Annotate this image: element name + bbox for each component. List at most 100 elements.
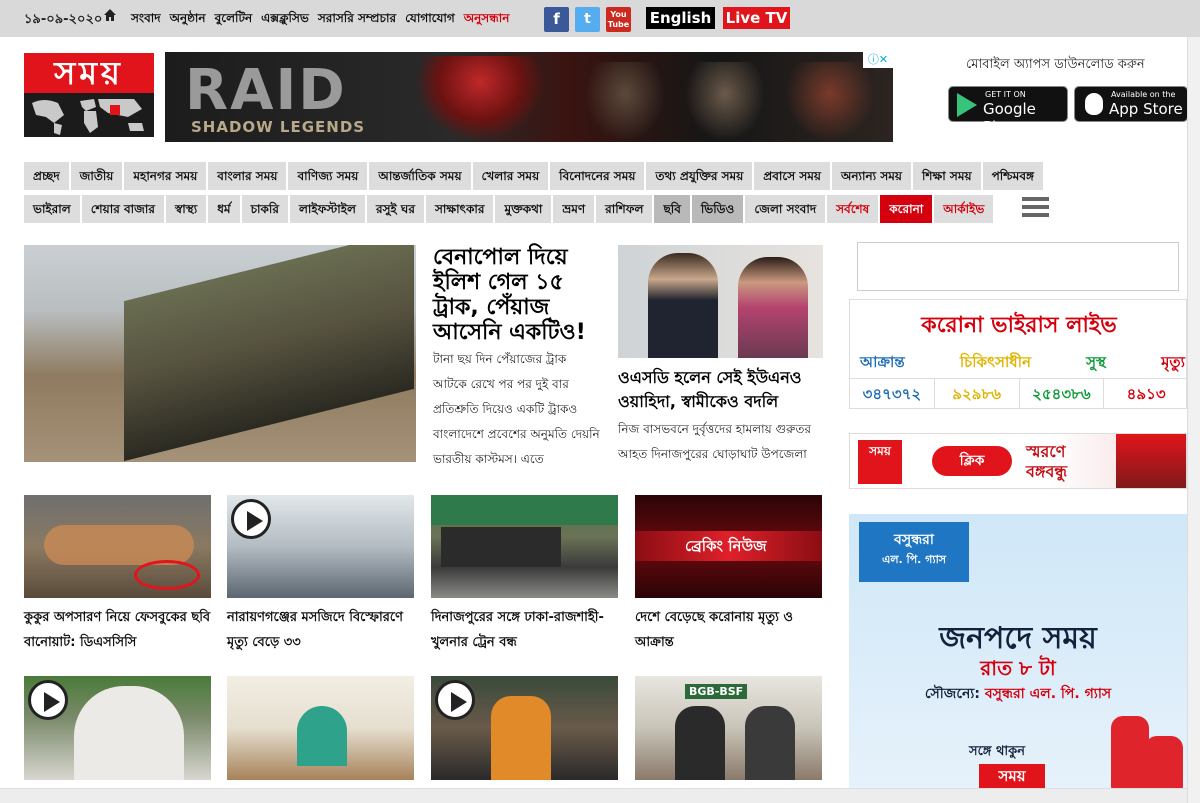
twitter-icon[interactable]: t (575, 7, 600, 32)
top-nav-news[interactable]: সংবাদ (131, 10, 161, 30)
sponsor-line: সৌজন্যে: বসুন্ধরা এল. পি. গ্যাস (849, 682, 1187, 706)
corona-head-treatment: চিকিৎসাধীন (959, 353, 1031, 371)
nav-education[interactable]: শিক্ষা সময় (913, 162, 981, 190)
corona-value-treatment: ৯২৯৮৬ (933, 379, 1019, 409)
card-image[interactable] (227, 676, 414, 780)
card-image-detail (491, 696, 551, 780)
top-nav-contact[interactable]: যোগাযোগ (405, 10, 455, 30)
vertical-scrollbar[interactable] (1187, 37, 1200, 803)
nav-viral[interactable]: ভাইরাল (24, 195, 80, 223)
site-logo[interactable]: সময় (24, 53, 154, 137)
ad-figure (785, 62, 875, 142)
card-image[interactable] (227, 495, 414, 598)
lead-story-image[interactable] (24, 245, 416, 462)
bangabandhu-banner[interactable]: সময় ক্লিক স্মরণে বঙ্গবন্ধু (849, 433, 1187, 489)
card-image[interactable]: BGB-BSF (635, 676, 822, 780)
jonopode-somoy-ad[interactable]: বসুন্ধরা এল. পি. গ্যাস জনপদে সময় রাত ৮ … (849, 514, 1187, 792)
nav-city[interactable]: মহানগর সময় (124, 162, 207, 190)
youtube-icon[interactable]: You Tube (606, 7, 631, 32)
nav-abroad[interactable]: প্রবাসে সময় (754, 162, 830, 190)
nav-photo[interactable]: ছবি (654, 195, 690, 223)
nav-interview[interactable]: সাক্ষাৎকার (425, 195, 494, 223)
card-title[interactable]: দেশে বেড়েছে করোনায় মৃত্যু ও আক্রান্ত (635, 605, 825, 655)
header-ad-banner[interactable]: RAID SHADOW LEGENDS ⓘ✕ (165, 52, 893, 142)
play-video-icon[interactable] (231, 499, 271, 539)
nav-archive[interactable]: আর্কাইভ (934, 195, 994, 223)
top-nav-programs[interactable]: অনুষ্ঠান (170, 10, 206, 30)
card-image[interactable] (24, 495, 211, 598)
nav-lifestyle[interactable]: লাইফস্টাইল (289, 195, 365, 223)
nav-home[interactable]: প্রচ্ছদ (24, 162, 69, 190)
apple-icon (1085, 93, 1103, 115)
card-title[interactable]: কুকুর অপসারণ নিয়ে ফেসবুকের ছবি বানোয়াট… (24, 605, 214, 655)
card-image[interactable] (24, 676, 211, 780)
nav-sports[interactable]: খেলার সময় (472, 162, 549, 190)
top-nav-bulletin[interactable]: বুলেটিন (215, 10, 253, 30)
card-image[interactable]: ব্রেকিং নিউজ (635, 495, 822, 598)
nav-tech[interactable]: তথ্য প্রযুক্তির সময় (646, 162, 753, 190)
facebook-icon[interactable]: f (544, 7, 569, 32)
nav-opinion[interactable]: মুক্তকথা (495, 195, 552, 223)
google-play-button[interactable]: GET IT ON Google Play (948, 86, 1068, 136)
nav-travel[interactable]: ভ্রমণ (553, 195, 595, 223)
nav-business[interactable]: বাণিজ্য সময় (288, 162, 368, 190)
nav-horoscope[interactable]: রাশিফল (596, 195, 653, 223)
adchoices-icon[interactable]: ⓘ✕ (863, 52, 893, 68)
somoy-mini-logo: সময় (858, 440, 902, 484)
corona-live-widget[interactable]: করোনা ভাইরাস লাইভ আক্রান্ত চিকিৎসাধীন সু… (849, 299, 1188, 409)
nav-bangla[interactable]: বাংলার সময় (208, 162, 287, 190)
card-title[interactable]: দিনাজপুরের সঙ্গে ঢাকা-রাজশাহী-খুলনার ট্র… (431, 605, 621, 655)
second-story-title[interactable]: ওএসডি হলেন সেই ইউএনও ওয়াহিদা, স্বামীকেও… (618, 366, 823, 414)
nav-district-news[interactable]: জেলা সংবাদ (745, 195, 826, 223)
brand-name: বসুন্ধরা (894, 532, 934, 548)
nav-entertainment[interactable]: বিনোদনের সময় (550, 162, 645, 190)
nav-others[interactable]: অন্যান্য সময় (832, 162, 911, 190)
sidebar-ad-slot[interactable] (857, 242, 1179, 291)
corona-value-recovered: ২৫৪৩৮৬ (1018, 379, 1104, 409)
corona-head-deaths: মৃত্যু (1161, 353, 1185, 371)
nav-kitchen[interactable]: রসুই ঘর (366, 195, 424, 223)
nav-video[interactable]: ভিডিও (691, 195, 744, 223)
nav-west-bengal[interactable]: পশ্চিমবঙ্গ (982, 162, 1043, 190)
english-button[interactable]: English (646, 7, 715, 29)
second-story-image[interactable] (618, 245, 823, 358)
lead-story-title[interactable]: বেনাপোল দিয়ে ইলিশ গেল ১৫ ট্রাক, পেঁয়াজ… (433, 245, 603, 345)
banner-text-line1: স্মরণে (1026, 442, 1066, 461)
banner-text: স্মরণে বঙ্গবন্ধু (1026, 442, 1067, 482)
home-icon[interactable] (103, 8, 117, 22)
banner-text-line2: বঙ্গবন্ধু (1026, 462, 1068, 481)
top-bar: ১৯-০৯-২০২০ সংবাদ অনুষ্ঠান বুলেটিন এক্সক্… (0, 0, 1200, 37)
click-button[interactable]: ক্লিক (932, 446, 1012, 476)
corona-value-deaths: ৪৯১৩ (1103, 379, 1188, 409)
top-nav-live-broadcast[interactable]: সরাসরি সম্প্রচার (318, 10, 396, 30)
date: ১৯-০৯-২০২০ (24, 12, 103, 27)
app-download-label: মোবাইল অ্যাপস ডাউনলোড করুন (966, 57, 1145, 72)
card-image[interactable] (431, 676, 618, 780)
play-video-icon[interactable] (28, 680, 68, 720)
nav-national[interactable]: জাতীয় (70, 162, 123, 190)
google-play-small: GET IT ON (985, 90, 1026, 99)
card-image[interactable] (431, 495, 618, 598)
app-store-button[interactable]: Available on the App Store (1074, 86, 1188, 122)
nav-corona[interactable]: করোনা (880, 195, 933, 223)
nav-religion[interactable]: ধর্ম (208, 195, 240, 223)
horizontal-scrollbar[interactable] (0, 788, 1187, 803)
nav-share-market[interactable]: শেয়ার বাজার (81, 195, 164, 223)
top-nav-exclusive[interactable]: এক্সক্লুসিভ (261, 10, 309, 30)
nav-jobs[interactable]: চাকরি (241, 195, 288, 223)
live-tv-button[interactable]: Live TV (723, 7, 790, 29)
hamburger-menu-icon[interactable] (1022, 197, 1049, 222)
nav-health[interactable]: স্বাস্থ্য (165, 195, 207, 223)
card-image-detail (134, 560, 200, 590)
card-image-detail (431, 495, 618, 525)
google-play-icon (957, 93, 977, 117)
play-video-icon[interactable] (435, 680, 475, 720)
person-figure (648, 253, 718, 358)
bashundhara-logo: বসুন্ধরা এল. পি. গ্যাস (859, 522, 969, 582)
top-nav-search[interactable]: অনুসন্ধান (464, 10, 510, 30)
ad-title: RAID (185, 58, 347, 123)
corona-values: ৩৪৭৩৭২ ৯২৯৮৬ ২৫৪৩৮৬ ৪৯১৩ (850, 378, 1188, 409)
card-title[interactable]: নারায়ণগঞ্জের মসজিদে বিস্ফোরণে মৃত্যু বে… (227, 605, 417, 655)
nav-international[interactable]: আন্তর্জাতিক সময় (369, 162, 471, 190)
nav-latest[interactable]: সর্বশেষ (827, 195, 879, 223)
